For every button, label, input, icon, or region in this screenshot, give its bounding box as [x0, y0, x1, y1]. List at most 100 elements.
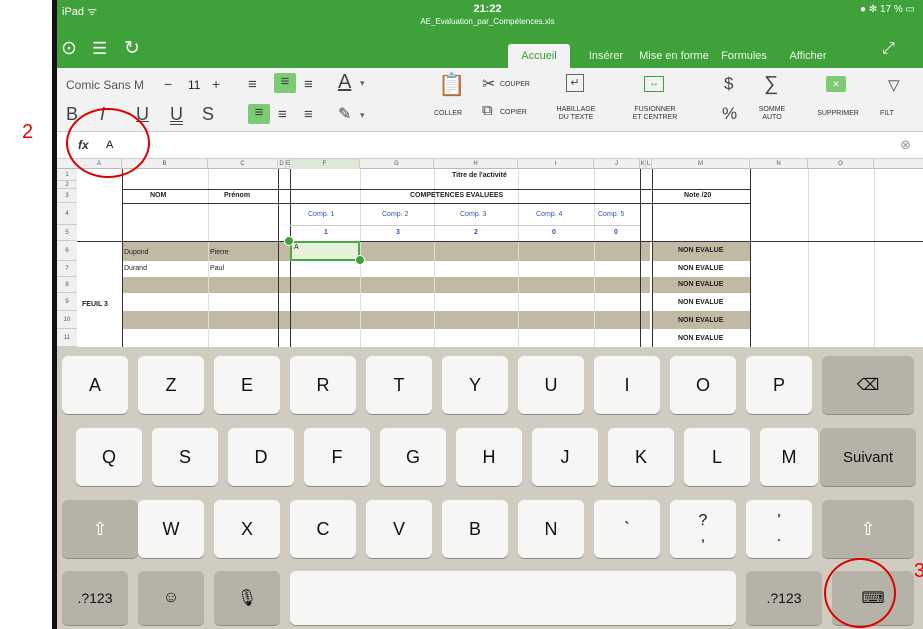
- valign-bottom-icon[interactable]: ≡: [304, 106, 313, 123]
- key-o[interactable]: O: [670, 356, 736, 414]
- currency-button[interactable]: $: [724, 74, 733, 94]
- key-t[interactable]: T: [366, 356, 432, 414]
- row-header[interactable]: 5: [57, 225, 77, 241]
- delete-icon[interactable]: ✕: [826, 76, 846, 92]
- key-j[interactable]: J: [532, 428, 598, 486]
- merge-center-label[interactable]: FUSIONNER ET CENTRER: [624, 106, 686, 122]
- key-k[interactable]: K: [608, 428, 674, 486]
- key-d[interactable]: D: [228, 428, 294, 486]
- status-non-evalue[interactable]: NON EVALUE: [678, 333, 723, 345]
- tab-mise-en-forme[interactable]: Mise en forme: [636, 44, 712, 68]
- align-center-icon[interactable]: ≡: [274, 73, 296, 93]
- status-non-evalue[interactable]: NON EVALUE: [678, 245, 723, 257]
- align-right-icon[interactable]: ≡: [304, 76, 313, 93]
- key-y[interactable]: Y: [442, 356, 508, 414]
- student-prenom[interactable]: Paul: [210, 263, 224, 275]
- key-e[interactable]: E: [214, 356, 280, 414]
- key-question-comma[interactable]: ? ,: [670, 500, 736, 558]
- key-v[interactable]: V: [366, 500, 432, 558]
- delete-label[interactable]: SUPPRIMER: [810, 110, 866, 118]
- row-header[interactable]: 9: [57, 293, 77, 311]
- student-prenom[interactable]: Pierre: [210, 247, 229, 259]
- numbers-key-left[interactable]: .?123: [62, 571, 128, 625]
- row-header[interactable]: 8: [57, 277, 77, 293]
- col-header[interactable]: O: [808, 159, 874, 169]
- merge-center-icon[interactable]: ↔: [644, 76, 664, 92]
- tab-accueil[interactable]: Accueil: [508, 44, 570, 68]
- next-key[interactable]: Suivant: [820, 428, 916, 486]
- col-header[interactable]: M: [652, 159, 750, 169]
- sheet-label[interactable]: FEUIL 3: [82, 299, 108, 311]
- col-header[interactable]: D: [278, 159, 286, 169]
- font-size-increase[interactable]: +: [212, 76, 220, 92]
- autosum-label[interactable]: SOMME AUTO: [752, 106, 792, 122]
- col-header[interactable]: H: [434, 159, 518, 169]
- row-header[interactable]: 2: [57, 181, 77, 189]
- copy-icon[interactable]: ⧉: [482, 102, 493, 119]
- status-non-evalue[interactable]: NON EVALUE: [678, 315, 723, 327]
- backspace-key[interactable]: ⌫: [822, 356, 914, 414]
- clear-formula-icon[interactable]: ⊗: [900, 137, 911, 153]
- font-color-dropdown-icon[interactable]: ▾: [360, 78, 365, 89]
- fill-color-icon[interactable]: ✎: [338, 104, 351, 124]
- valign-top-icon[interactable]: ≡: [248, 104, 270, 124]
- expand-icon[interactable]: ⤢: [882, 38, 895, 60]
- key-s[interactable]: S: [152, 428, 218, 486]
- key-n[interactable]: N: [518, 500, 584, 558]
- student-nom[interactable]: Durand: [124, 263, 147, 275]
- copy-label[interactable]: COPIER: [500, 109, 527, 117]
- comp-label[interactable]: Comp. 3: [460, 209, 486, 221]
- key-h[interactable]: H: [456, 428, 522, 486]
- key-f[interactable]: F: [304, 428, 370, 486]
- comp-label[interactable]: Comp. 4: [536, 209, 562, 221]
- key-p[interactable]: P: [746, 356, 812, 414]
- font-color-button[interactable]: A: [338, 71, 351, 94]
- space-key[interactable]: [290, 571, 736, 625]
- comp-label[interactable]: Comp. 2: [382, 209, 408, 221]
- cut-label[interactable]: COUPER: [500, 81, 530, 89]
- key-m[interactable]: M: [760, 428, 818, 486]
- col-header[interactable]: G: [360, 159, 434, 169]
- row-header[interactable]: 11: [57, 329, 77, 347]
- col-header[interactable]: J: [594, 159, 640, 169]
- selection-handle-bottom[interactable]: [355, 255, 365, 265]
- comp-label[interactable]: Comp. 5: [598, 209, 624, 221]
- key-backtick[interactable]: `: [594, 500, 660, 558]
- shift-key-right[interactable]: ⇧: [822, 500, 914, 558]
- wrap-text-label[interactable]: HABILLAGE DU TEXTE: [546, 106, 606, 122]
- row-header[interactable]: 1: [57, 169, 77, 181]
- font-size-decrease[interactable]: −: [164, 76, 172, 92]
- key-q[interactable]: Q: [76, 428, 142, 486]
- row-header[interactable]: 7: [57, 261, 77, 277]
- key-w[interactable]: W: [138, 500, 204, 558]
- font-size-value[interactable]: 11: [188, 78, 200, 92]
- key-l[interactable]: L: [684, 428, 750, 486]
- shift-key-left[interactable]: ⇧: [62, 500, 138, 558]
- header-nom[interactable]: NOM: [150, 190, 166, 202]
- wrap-text-icon[interactable]: ↵: [566, 74, 584, 92]
- paste-label[interactable]: COLLER: [426, 110, 470, 118]
- activity-title[interactable]: Titre de l'activité: [452, 170, 507, 182]
- comp-weight[interactable]: 0: [552, 227, 556, 239]
- paste-icon[interactable]: 📋: [438, 72, 465, 98]
- spreadsheet-grid[interactable]: A B C D E F G H I J K L M N O 1 2 3 4 5: [52, 159, 923, 347]
- col-header[interactable]: F: [290, 159, 360, 169]
- numbers-key-right[interactable]: .?123: [746, 571, 822, 625]
- strikethrough-button[interactable]: S: [202, 104, 214, 125]
- comp-label[interactable]: Comp. 1: [308, 209, 334, 221]
- key-r[interactable]: R: [290, 356, 356, 414]
- key-x[interactable]: X: [214, 500, 280, 558]
- status-non-evalue[interactable]: NON EVALUE: [678, 297, 723, 309]
- autosum-icon[interactable]: ∑: [764, 73, 778, 96]
- font-name-select[interactable]: Comic Sans M: [66, 78, 144, 92]
- dictation-key[interactable]: 🎙: [214, 571, 280, 625]
- key-b[interactable]: B: [442, 500, 508, 558]
- key-apostrophe-period[interactable]: ' .: [746, 500, 812, 558]
- fill-color-dropdown-icon[interactable]: ▾: [360, 110, 365, 121]
- key-i[interactable]: I: [594, 356, 660, 414]
- tab-afficher[interactable]: Afficher: [782, 44, 834, 68]
- row-header[interactable]: 6: [57, 241, 77, 261]
- key-a[interactable]: A: [62, 356, 128, 414]
- emoji-key[interactable]: ☺: [138, 571, 204, 625]
- check-circle-icon[interactable]: ⊙: [61, 38, 77, 60]
